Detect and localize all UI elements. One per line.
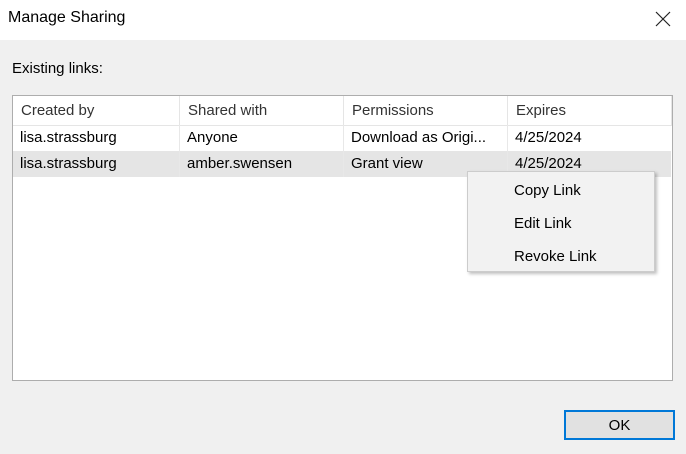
cell-shared-with: amber.swensen xyxy=(180,151,344,177)
cell-created-by: lisa.strassburg xyxy=(13,125,180,151)
title-bar: Manage Sharing xyxy=(0,0,686,40)
close-button[interactable] xyxy=(640,0,686,38)
menu-item-edit-link[interactable]: Edit Link xyxy=(468,207,654,240)
menu-item-revoke-link[interactable]: Revoke Link xyxy=(468,240,654,273)
cell-permissions: Download as Origi... xyxy=(344,125,508,151)
ok-button[interactable]: OK xyxy=(564,410,675,440)
close-icon xyxy=(655,11,671,27)
dialog-title: Manage Sharing xyxy=(8,9,126,26)
column-header-expires[interactable]: Expires xyxy=(508,96,672,125)
cell-shared-with: Anyone xyxy=(180,125,344,151)
context-menu: Copy Link Edit Link Revoke Link xyxy=(467,171,655,272)
column-header-created-by[interactable]: Created by xyxy=(13,96,180,125)
cell-expires: 4/25/2024 xyxy=(515,129,582,146)
table-row[interactable]: lisa.strassburg Anyone Download as Origi… xyxy=(13,125,671,151)
column-header-shared-with[interactable]: Shared with xyxy=(180,96,344,125)
table-header: Created by Shared with Permissions Expir… xyxy=(13,96,672,126)
ok-button-label: OK xyxy=(608,416,631,434)
cell-created-by: lisa.strassburg xyxy=(13,151,180,177)
menu-item-copy-link[interactable]: Copy Link xyxy=(468,174,654,207)
column-header-permissions[interactable]: Permissions xyxy=(344,96,508,125)
existing-links-label: Existing links: xyxy=(12,60,103,77)
